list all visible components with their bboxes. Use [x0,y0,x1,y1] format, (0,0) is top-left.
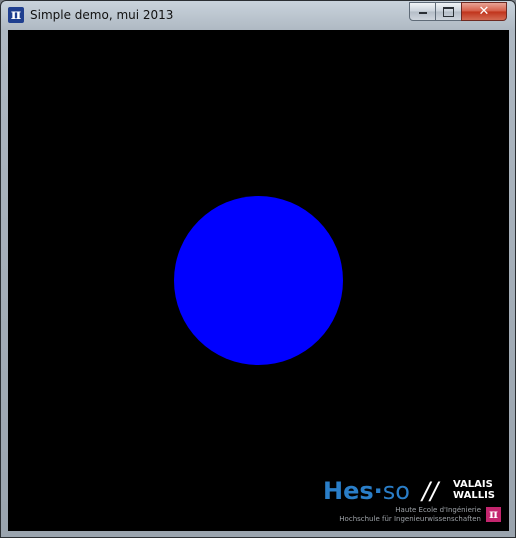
logo-so: so [382,477,410,505]
close-icon: ✕ [478,4,490,19]
hes-so-logo: Hes·so // VALAIS WALLIS Haute Ecole d'In… [323,477,503,527]
maximize-button[interactable] [435,2,462,21]
logo-hes: Hes [323,477,374,505]
logo-subtitle-fr: Haute Ecole d'Ingénierie [395,506,481,514]
minimize-button[interactable] [409,2,436,21]
blue-circle [174,196,343,365]
logo-region: VALAIS WALLIS [453,479,495,501]
app-icon[interactable]: π [8,7,24,23]
pi-icon: π [486,507,501,522]
logo-slashes: // [422,477,439,505]
app-window: π Simple demo, mui 2013 ✕ Hes·so // VALA… [0,0,516,538]
close-button[interactable]: ✕ [461,2,507,21]
logo-region-line1: VALAIS [453,479,493,490]
maximize-icon [443,7,454,17]
logo-dot: · [373,477,383,505]
minimize-icon [418,12,427,14]
logo-region-line2: WALLIS [453,490,495,501]
title-bar[interactable]: π Simple demo, mui 2013 ✕ [1,1,515,29]
logo-subtitle-de: Hochschule für Ingenieurwissenschaften [339,515,481,523]
window-title: Simple demo, mui 2013 [30,8,174,22]
logo-wordmark: Hes·so [323,477,410,505]
drawing-canvas[interactable]: Hes·so // VALAIS WALLIS Haute Ecole d'In… [8,30,509,531]
